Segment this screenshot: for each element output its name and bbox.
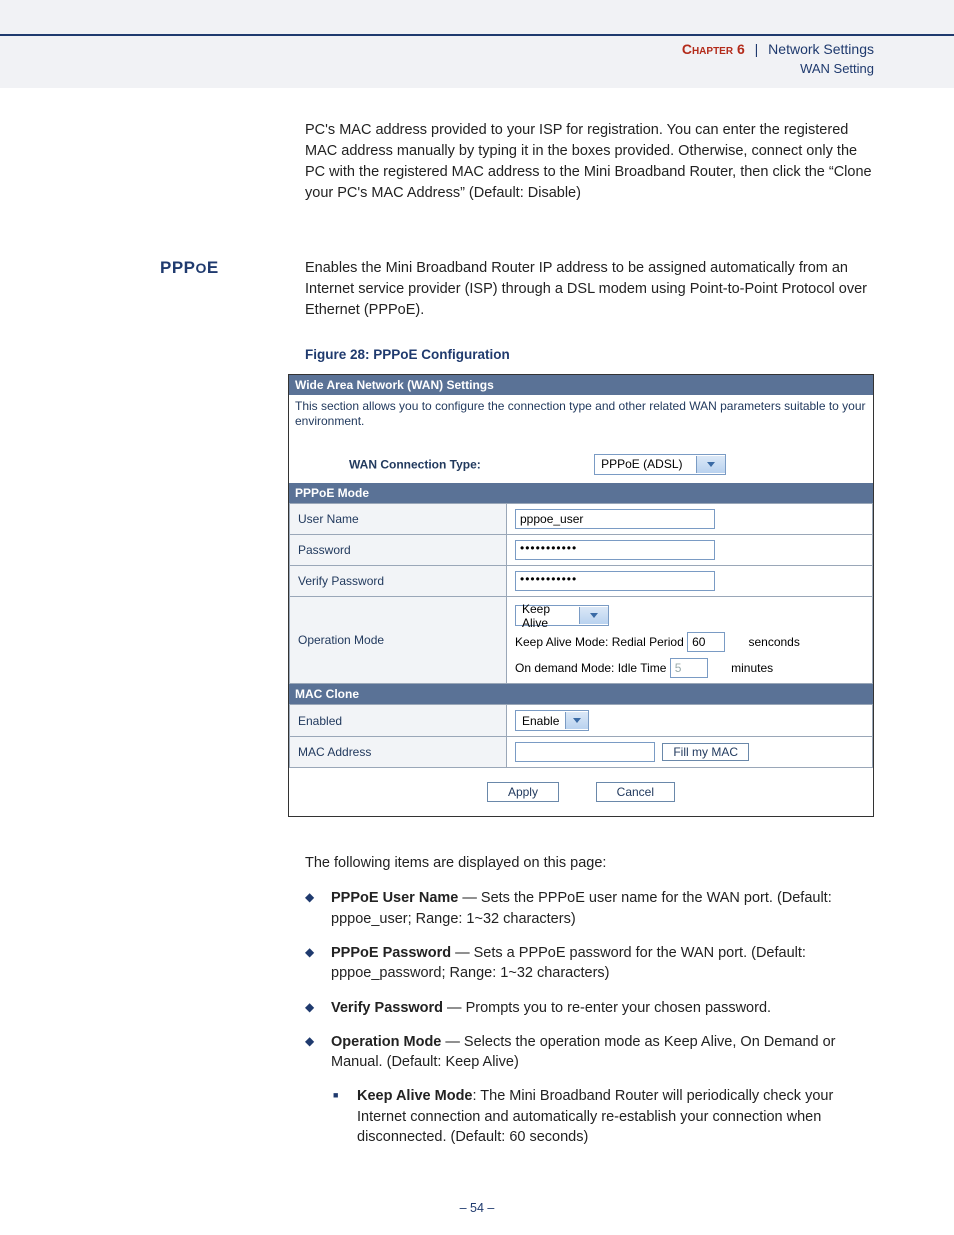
cancel-button[interactable]: Cancel <box>596 782 675 802</box>
chevron-down-icon <box>565 712 588 729</box>
idle-unit: minutes <box>731 661 773 675</box>
mac-clone-header: MAC Clone <box>289 684 873 704</box>
mac-address-input[interactable] <box>515 742 655 762</box>
content: PC's MAC address provided to your ISP fo… <box>0 120 954 1161</box>
chevron-down-icon <box>579 607 608 624</box>
mac-clone-table: Enabled Enable MAC Address Fill my MAC <box>289 704 873 768</box>
verify-password-input[interactable]: ••••••••••• <box>515 571 715 591</box>
verify-password-label: Verify Password <box>290 565 507 596</box>
list-item: Operation Mode — Selects the operation m… <box>305 1032 874 1073</box>
bullet-title: PPPoE User Name <box>331 890 458 906</box>
section-label: Network Settings <box>768 41 874 57</box>
wan-connection-value: PPPoE (ADSL) <box>595 457 696 471</box>
pppoe-mode-table: User Name Password ••••••••••• Verify Pa… <box>289 503 873 685</box>
chevron-down-icon <box>696 456 725 473</box>
password-label: Password <box>290 534 507 565</box>
bullet-title: PPPoE Password <box>331 945 451 961</box>
redial-unit: senconds <box>748 635 799 649</box>
mac-enabled-select[interactable]: Enable <box>515 710 589 731</box>
mac-enabled-label: Enabled <box>290 705 507 737</box>
pppoe-mode-header: PPPoE Mode <box>289 483 873 503</box>
username-label: User Name <box>290 503 507 534</box>
table-row: Password ••••••••••• <box>290 534 873 565</box>
section-heading-pppoe: PPPOE <box>160 258 219 278</box>
bullet-desc: — Prompts you to re-enter your chosen pa… <box>443 1000 771 1016</box>
keepalive-text: Keep Alive Mode: Redial Period <box>515 635 684 649</box>
operation-mode-select[interactable]: Keep Alive <box>515 605 609 626</box>
prev-paragraph: PC's MAC address provided to your ISP fo… <box>305 120 874 204</box>
page: Chapter 6 | Network Settings WAN Setting… <box>0 0 954 1235</box>
mac-address-label: MAC Address <box>290 737 507 768</box>
table-row: Enabled Enable <box>290 705 873 737</box>
items-intro: The following items are displayed on thi… <box>305 853 874 874</box>
table-row: Verify Password ••••••••••• <box>290 565 873 596</box>
header-rule <box>0 34 954 36</box>
figure-description: This section allows you to configure the… <box>289 395 873 446</box>
figure-actions: Apply Cancel <box>289 768 873 816</box>
bullet-title: Verify Password <box>331 1000 443 1016</box>
chapter-label: Chapter 6 <box>682 41 745 57</box>
page-number: – 54 – <box>0 1201 954 1215</box>
figure-title-bar: Wide Area Network (WAN) Settings <box>289 375 873 395</box>
header-separator: | <box>755 41 759 57</box>
idle-time-input <box>670 658 708 678</box>
list-item: PPPoE Password — Sets a PPPoE password f… <box>305 943 874 984</box>
operation-mode-label: Operation Mode <box>290 596 507 684</box>
wan-connection-row: WAN Connection Type: PPPoE (ADSL) <box>289 446 873 483</box>
table-row: User Name <box>290 503 873 534</box>
sub-bullet-title: Keep Alive Mode <box>357 1088 473 1104</box>
password-input[interactable]: ••••••••••• <box>515 540 715 560</box>
running-header: Chapter 6 | Network Settings WAN Setting <box>682 40 874 78</box>
mac-enabled-value: Enable <box>516 714 565 728</box>
apply-button[interactable]: Apply <box>487 782 559 802</box>
wan-connection-label: WAN Connection Type: <box>349 457 481 471</box>
sub-list-item: Keep Alive Mode: The Mini Broadband Rout… <box>305 1086 874 1147</box>
ondemand-text: On demand Mode: Idle Time <box>515 661 666 675</box>
list-item: Verify Password — Prompts you to re-ente… <box>305 998 874 1018</box>
bullet-title: Operation Mode <box>331 1034 441 1050</box>
subsection-label: WAN Setting <box>682 60 874 78</box>
redial-period-input[interactable] <box>687 632 725 652</box>
fill-my-mac-button[interactable]: Fill my MAC <box>662 743 749 761</box>
bullet-list: PPPoE User Name — Sets the PPPoE user na… <box>305 888 874 1147</box>
table-row: Operation Mode Keep Alive Keep Alive Mod… <box>290 596 873 684</box>
list-item: PPPoE User Name — Sets the PPPoE user na… <box>305 888 874 929</box>
figure-caption: Figure 28: PPPoE Configuration <box>305 347 874 362</box>
table-row: MAC Address Fill my MAC <box>290 737 873 768</box>
pppoe-paragraph: Enables the Mini Broadband Router IP add… <box>305 258 874 321</box>
operation-mode-value: Keep Alive <box>516 602 579 630</box>
username-input[interactable] <box>515 509 715 529</box>
wan-connection-select[interactable]: PPPoE (ADSL) <box>594 454 726 475</box>
figure-wan-settings: Wide Area Network (WAN) Settings This se… <box>288 374 874 817</box>
